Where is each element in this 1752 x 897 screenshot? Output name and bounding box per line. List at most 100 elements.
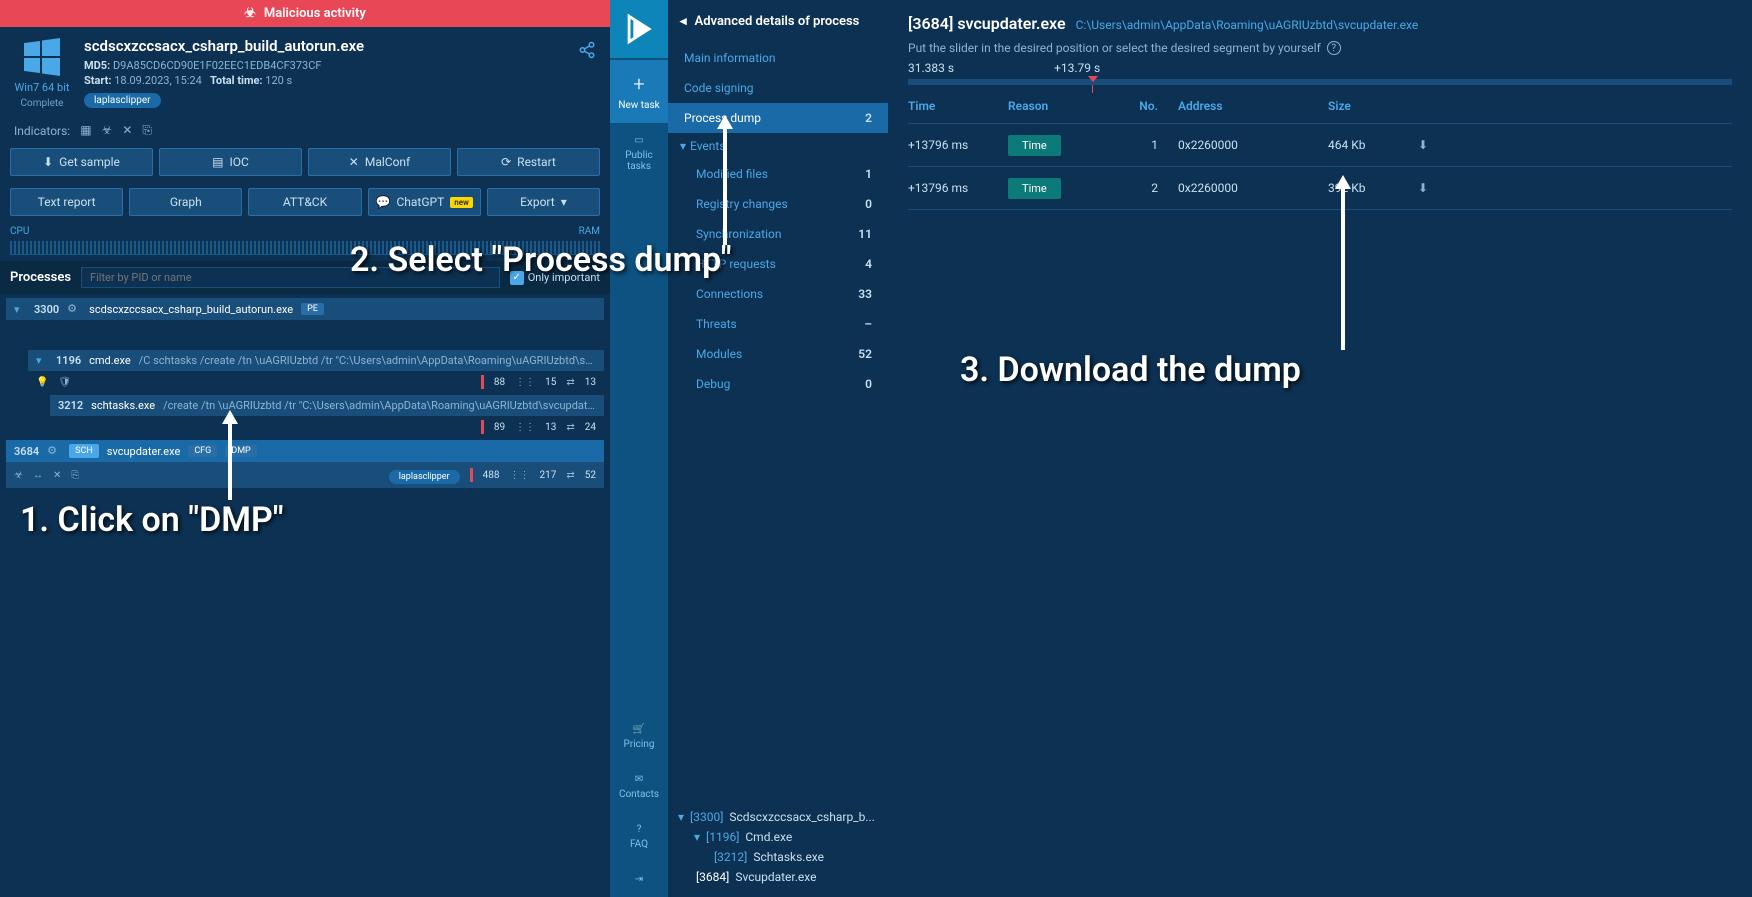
text-report-button[interactable]: Text report	[10, 188, 123, 216]
mini-tree-item[interactable]: [3212]Schtasks.exe	[678, 847, 878, 867]
chevron-down-icon: ▾	[680, 139, 686, 153]
col-no[interactable]: No.	[1108, 99, 1158, 113]
dmp-badge[interactable]: DMP	[225, 445, 256, 457]
task-info: scdscxzccsacx_csharp_build_autorun.exe M…	[84, 37, 596, 109]
slider-delta: +13.79 s	[1054, 61, 1100, 75]
collapse-icon[interactable]: ▾	[36, 354, 48, 367]
detail-modified-files[interactable]: Modified files1	[668, 159, 888, 189]
task-header: Win7 64 bit Complete scdscxzccsacx_cshar…	[0, 27, 610, 119]
process-row-selected[interactable]: 3684 ⚙ SCH svcupdater.exe CFG DMP	[6, 440, 604, 462]
col-reason[interactable]: Reason	[1008, 99, 1108, 113]
get-sample-button[interactable]: ⬇Get sample	[10, 148, 153, 176]
slider-marker[interactable]	[1088, 76, 1098, 82]
wrench-icon[interactable]: ✕	[122, 123, 132, 138]
slider-hint: Put the slider in the desired position o…	[908, 41, 1732, 55]
task-md5: MD5: D9A85CD6CD90E1F02EEC1EDB4CF373CF	[84, 59, 596, 72]
process-name: cmd.exe	[89, 354, 131, 367]
arrows-icon: ↔	[33, 470, 43, 481]
detail-debug[interactable]: Debug0	[668, 369, 888, 399]
app-logo[interactable]	[610, 0, 668, 58]
malware-tag[interactable]: laplasclipper	[84, 93, 161, 108]
pricing-button[interactable]: 🛒 Pricing	[610, 712, 668, 762]
process-title-row: [3684] svcupdater.exe C:\Users\admin\App…	[908, 14, 1732, 33]
exit-button[interactable]: ⇥	[610, 862, 668, 897]
detail-threats[interactable]: Threats–	[668, 309, 888, 339]
share-icon[interactable]	[578, 41, 596, 59]
process-row[interactable]: ▾ 3300 ⚙ scdscxzccsacx_csharp_build_auto…	[6, 298, 604, 320]
process-pid: 3300	[34, 303, 59, 316]
dump-time: +13796 ms	[908, 181, 1008, 195]
mini-tree-item[interactable]: ▾[1196]Cmd.exe	[678, 827, 878, 847]
malconf-button[interactable]: ✕MalConf	[308, 148, 451, 176]
tools-icon: ✕	[349, 155, 359, 169]
faq-button[interactable]: ? FAQ	[610, 812, 668, 862]
process-filter-input[interactable]	[81, 267, 500, 288]
chevron-down-icon: ▾	[694, 830, 700, 844]
dump-size: 464 Kb	[1328, 138, 1418, 152]
help-icon[interactable]: ?	[1327, 41, 1341, 55]
ioc-button[interactable]: ▤IOC	[159, 148, 302, 176]
process-row[interactable]: 3212 schtasks.exe /create /tn \uAGRIUzbt…	[50, 395, 604, 416]
detail-process-dump[interactable]: Process dump2	[668, 103, 888, 133]
doc-icon[interactable]: ▦	[80, 123, 91, 138]
process-pid: 3212	[58, 399, 83, 412]
detail-registry[interactable]: Registry changes0	[668, 189, 888, 219]
detail-connections[interactable]: Connections33	[668, 279, 888, 309]
dump-row[interactable]: +13796 ms Time 2 0x2260000 392 Kb ⬇	[908, 167, 1732, 210]
export-button[interactable]: Export ▾	[487, 188, 600, 216]
back-icon[interactable]: ◂	[680, 14, 687, 29]
dump-row[interactable]: +13796 ms Time 1 0x2260000 464 Kb ⬇	[908, 124, 1732, 167]
reason-badge: Time	[1008, 135, 1061, 156]
public-tasks-button[interactable]: ▭ Public tasks	[610, 123, 668, 184]
process-row[interactable]: ▾ 1196 cmd.exe /C schtasks /create /tn \…	[28, 350, 604, 371]
process-name: schtasks.exe	[91, 399, 155, 412]
details-panel: ◂ Advanced details of process Main infor…	[668, 0, 888, 897]
mini-process-tree: ▾[3300]Scdscxzccsacx_csharp_b... ▾[1196]…	[668, 797, 888, 897]
process-pid: 3684	[14, 445, 39, 458]
details-header: ◂ Advanced details of process	[668, 0, 888, 43]
detail-http[interactable]: HTTP requests4	[668, 249, 888, 279]
collapse-icon[interactable]: ▾	[14, 303, 26, 316]
restart-button[interactable]: ⟳Restart	[457, 148, 600, 176]
cfg-badge[interactable]: CFG	[188, 445, 217, 457]
exit-icon: ⇥	[635, 874, 643, 885]
col-addr[interactable]: Address	[1158, 99, 1328, 113]
process-id: [3684] svcupdater.exe	[908, 14, 1066, 33]
download-dump-icon[interactable]: ⬇	[1418, 138, 1458, 152]
process-stats: 89 ⋮⋮13 ⇄24	[50, 416, 604, 438]
action-row-2: Text report Graph ATT&CK 💬ChatGPTnew Exp…	[0, 182, 610, 222]
copy-icon[interactable]: ⎘	[142, 123, 152, 138]
gear-icon: ⚙	[67, 302, 81, 316]
col-size[interactable]: Size	[1328, 99, 1418, 113]
detail-main-info[interactable]: Main information	[668, 43, 888, 73]
detail-sync[interactable]: Synchronization11	[668, 219, 888, 249]
action-row-1: ⬇Get sample ▤IOC ✕MalConf ⟳Restart	[0, 142, 610, 182]
time-slider[interactable]	[908, 79, 1732, 85]
process-path: C:\Users\admin\AppData\Roaming\uAGRIUzbt…	[1076, 18, 1419, 32]
new-task-button[interactable]: + New task	[610, 60, 668, 123]
process-args: /C schtasks /create /tn \uAGRIUzbtd /tr …	[139, 354, 596, 367]
mini-tree-item[interactable]: [3684]Svcupdater.exe	[678, 867, 878, 887]
only-important-toggle[interactable]: ✓ Only important	[510, 271, 600, 285]
graph-button[interactable]: Graph	[129, 188, 242, 216]
biohazard-small-icon[interactable]: ☣	[102, 123, 113, 138]
banner-text: Malicious activity	[264, 6, 366, 21]
biohazard-icon: ☣	[14, 470, 23, 481]
contacts-button[interactable]: ✉ Contacts	[610, 762, 668, 812]
analysis-panel: ☣ Malicious activity Win7 64 bit Complet…	[0, 0, 610, 897]
download-dump-icon[interactable]: ⬇	[1418, 181, 1458, 195]
malware-tag[interactable]: laplasclipper	[389, 470, 460, 484]
indicator-icons: ▦ ☣ ✕ ⎘	[80, 123, 152, 138]
col-time[interactable]: Time	[908, 99, 1008, 113]
attck-button[interactable]: ATT&CK	[248, 188, 361, 216]
bulb-icon: 💡	[36, 377, 48, 388]
indicators-row: Indicators: ▦ ☣ ✕ ⎘	[0, 119, 610, 142]
nav-rail: + New task ▭ Public tasks 🛒 Pricing ✉ Co…	[610, 0, 668, 897]
mini-tree-item[interactable]: ▾[3300]Scdscxzccsacx_csharp_b...	[678, 807, 878, 827]
chatgpt-button[interactable]: 💬ChatGPTnew	[368, 188, 481, 216]
os-info: Win7 64 bit Complete	[14, 37, 70, 109]
detail-code-signing[interactable]: Code signing	[668, 73, 888, 103]
reason-badge: Time	[1008, 178, 1061, 199]
detail-events-group[interactable]: ▾Events	[668, 133, 888, 159]
detail-modules[interactable]: Modules52	[668, 339, 888, 369]
